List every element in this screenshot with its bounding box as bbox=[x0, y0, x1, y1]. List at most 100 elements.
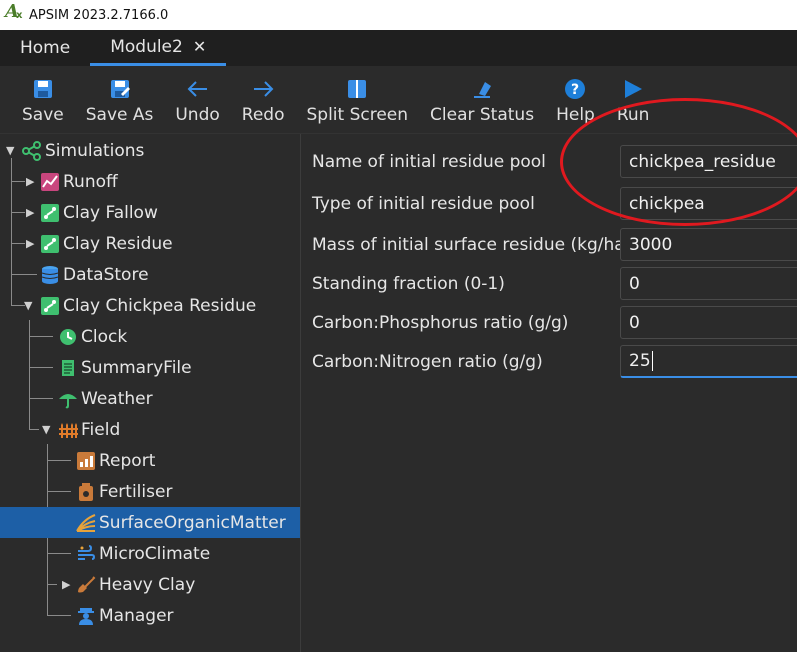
tree-label-fertiliser: Fertiliser bbox=[99, 481, 173, 502]
tree-node-fertiliser[interactable]: Fertiliser bbox=[76, 476, 172, 507]
run-label: Run bbox=[616, 104, 650, 125]
expand-down-icon[interactable]: ▼ bbox=[6, 144, 14, 157]
arrow-right-icon bbox=[251, 75, 275, 103]
property-row: Type of initial residue pool chickpea bbox=[302, 184, 797, 223]
properties-panel: Name of initial residue pool chickpea_re… bbox=[302, 134, 797, 652]
redo-button[interactable]: Redo bbox=[231, 66, 296, 133]
residue-pool-name-input[interactable]: chickpea_residue bbox=[620, 145, 797, 178]
property-row: Standing fraction (0-1) 0 bbox=[302, 264, 797, 303]
expand-down-icon[interactable]: ▼ bbox=[24, 299, 32, 312]
tree-node-micro-climate[interactable]: MicroClimate bbox=[76, 538, 210, 569]
carbon-nitrogen-ratio-input[interactable]: 25 bbox=[620, 345, 797, 378]
tree-label-clay-chickpea-residue: Clay Chickpea Residue bbox=[63, 295, 257, 316]
expand-down-icon[interactable]: ▼ bbox=[42, 423, 50, 436]
tree-node-clay-chickpea-residue[interactable]: Clay Chickpea Residue bbox=[40, 290, 256, 321]
residue-icon bbox=[76, 513, 96, 533]
tree-node-field[interactable]: Field bbox=[58, 414, 120, 445]
tree-node-report[interactable]: Report bbox=[76, 445, 155, 476]
tree-connector bbox=[11, 212, 25, 213]
surface-residue-mass-input[interactable]: 3000 bbox=[620, 228, 797, 261]
tree-node-manager[interactable]: Manager bbox=[76, 600, 174, 631]
apsim-logo-icon: Ax bbox=[5, 1, 23, 22]
tree-connector bbox=[29, 336, 53, 337]
tree-label-summary-file: SummaryFile bbox=[81, 357, 192, 378]
tree-label-datastore: DataStore bbox=[63, 264, 149, 285]
shovel-icon bbox=[76, 575, 96, 595]
simulation-tree[interactable]: ▼ Simulations ▶ Runoff ▶ Clay Fallow ▶ C… bbox=[0, 134, 301, 652]
tree-node-clock[interactable]: Clock bbox=[58, 321, 127, 352]
property-row: Carbon:Phosphorus ratio (g/g) 0 bbox=[302, 303, 797, 342]
tree-node-summary-file[interactable]: SummaryFile bbox=[58, 352, 192, 383]
simulation-icon bbox=[40, 203, 60, 223]
tree-connector bbox=[29, 429, 39, 430]
undo-button[interactable]: Undo bbox=[164, 66, 230, 133]
tree-label-field: Field bbox=[81, 419, 121, 440]
property-label: Name of initial residue pool bbox=[312, 151, 546, 172]
save-as-button[interactable]: Save As bbox=[75, 66, 165, 133]
property-label: Standing fraction (0-1) bbox=[312, 273, 505, 294]
tree-label-report: Report bbox=[99, 450, 156, 471]
help-button[interactable]: ? Help bbox=[545, 66, 606, 133]
report-icon bbox=[76, 451, 96, 471]
expand-right-icon[interactable]: ▶ bbox=[26, 175, 34, 188]
tab-module2[interactable]: Module2 ✕ bbox=[90, 30, 227, 66]
split-screen-button[interactable]: Split Screen bbox=[295, 66, 419, 133]
tree-node-clay-residue[interactable]: Clay Residue bbox=[40, 228, 173, 259]
simulation-icon bbox=[40, 234, 60, 254]
umbrella-icon bbox=[58, 389, 78, 409]
tree-label-manager: Manager bbox=[99, 605, 174, 626]
tree-connector bbox=[29, 367, 53, 368]
tree-connector bbox=[11, 243, 25, 244]
tree-label-micro-climate: MicroClimate bbox=[99, 543, 211, 564]
expand-right-icon[interactable]: ▶ bbox=[26, 206, 34, 219]
play-icon bbox=[622, 75, 644, 103]
tree-node-clay-fallow[interactable]: Clay Fallow bbox=[40, 197, 158, 228]
tree-label-clay-fallow: Clay Fallow bbox=[63, 202, 158, 223]
tree-connector bbox=[11, 181, 25, 182]
run-button[interactable]: Run bbox=[606, 66, 661, 133]
tab-home-label: Home bbox=[20, 38, 71, 58]
save-as-label: Save As bbox=[85, 104, 154, 125]
tree-label-clay-residue: Clay Residue bbox=[63, 233, 173, 254]
tree-node-weather[interactable]: Weather bbox=[58, 383, 153, 414]
tab-home[interactable]: Home bbox=[0, 30, 90, 66]
tree-label-heavy-clay: Heavy Clay bbox=[99, 574, 196, 595]
tree-label-weather: Weather bbox=[81, 388, 153, 409]
farmer-icon bbox=[76, 606, 96, 626]
property-row: Mass of initial surface residue (kg/ha) … bbox=[302, 225, 797, 264]
tree-node-simulations[interactable]: Simulations bbox=[22, 135, 144, 166]
tree-node-surface-organic-matter[interactable]: SurfaceOrganicMatter bbox=[0, 507, 300, 538]
tree-node-datastore[interactable]: DataStore bbox=[40, 259, 149, 290]
save-label: Save bbox=[22, 104, 64, 125]
tree-connector bbox=[47, 584, 57, 585]
tree-label-runoff: Runoff bbox=[63, 171, 118, 192]
expand-right-icon[interactable]: ▶ bbox=[26, 237, 34, 250]
save-button[interactable]: Save bbox=[0, 66, 75, 133]
wind-icon bbox=[76, 544, 96, 564]
save-as-icon bbox=[109, 75, 131, 103]
property-label: Carbon:Nitrogen ratio (g/g) bbox=[312, 351, 543, 372]
window-title: APSIM 2023.2.7166.0 bbox=[29, 7, 169, 23]
tree-node-runoff[interactable]: Runoff bbox=[40, 166, 118, 197]
clear-status-button[interactable]: Clear Status bbox=[419, 66, 545, 133]
property-row: Carbon:Nitrogen ratio (g/g) 25 bbox=[302, 342, 797, 381]
help-label: Help bbox=[556, 104, 595, 125]
property-label: Mass of initial surface residue (kg/ha) bbox=[312, 234, 632, 255]
eraser-icon bbox=[471, 75, 493, 103]
text-caret bbox=[651, 351, 653, 371]
tree-node-heavy-clay[interactable]: Heavy Clay bbox=[76, 569, 195, 600]
help-icon: ? bbox=[564, 75, 586, 103]
tree-label-surface-organic-matter: SurfaceOrganicMatter bbox=[99, 512, 286, 533]
tree-connector bbox=[47, 553, 71, 554]
expand-right-icon[interactable]: ▶ bbox=[62, 578, 70, 591]
simulations-icon bbox=[22, 140, 42, 161]
tree-connector bbox=[29, 398, 53, 399]
carbon-phosphorus-ratio-input[interactable]: 0 bbox=[620, 306, 797, 339]
property-label: Carbon:Phosphorus ratio (g/g) bbox=[312, 312, 569, 333]
close-icon[interactable]: ✕ bbox=[193, 37, 206, 56]
carbon-nitrogen-ratio-value: 25 bbox=[629, 351, 651, 371]
residue-pool-type-input[interactable]: chickpea bbox=[620, 187, 797, 220]
floppy-disk-icon bbox=[32, 75, 54, 103]
tree-connector bbox=[47, 615, 71, 616]
standing-fraction-input[interactable]: 0 bbox=[620, 267, 797, 300]
